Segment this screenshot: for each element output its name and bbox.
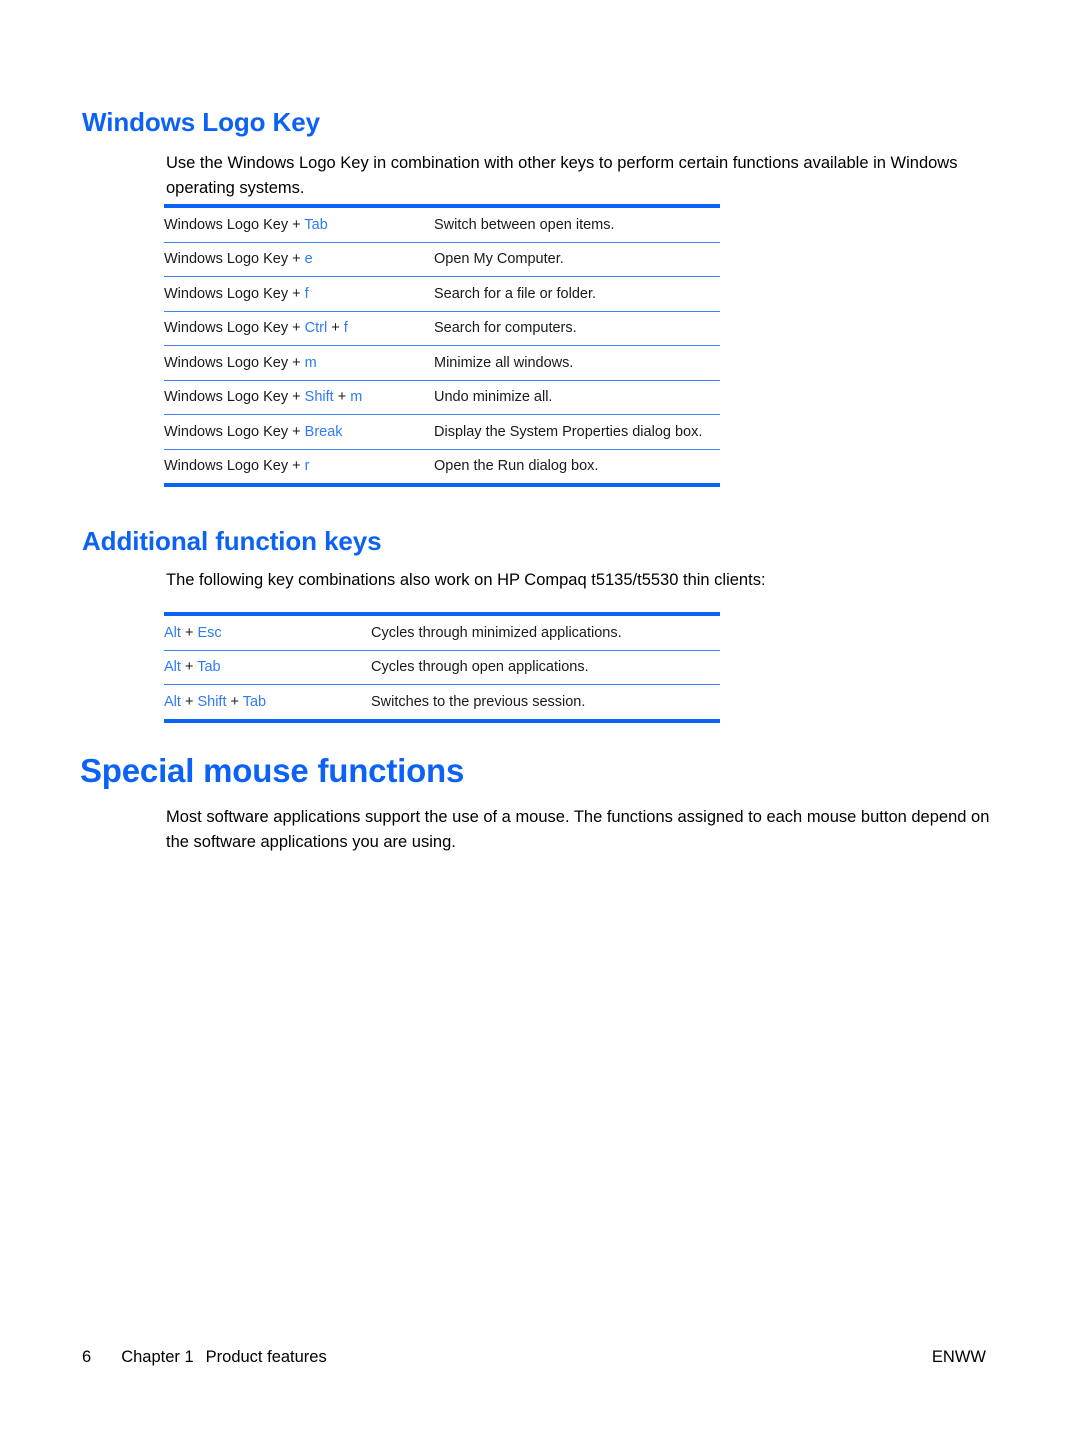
key-prefix-text: Windows Logo Key + [164, 285, 305, 302]
key-separator: + [180, 659, 198, 676]
page-footer: 6 Chapter 1 Product features ENWW [0, 1348, 1080, 1372]
table-row: Windows Logo Key + m Minimize all window… [164, 345, 720, 381]
paragraph-additional-function-keys-intro: The following key combinations also work… [166, 571, 766, 589]
heading-additional-function-keys: Additional function keys [82, 526, 382, 556]
key-separator: + [180, 624, 198, 641]
table-row: Windows Logo Key + e Open My Computer. [164, 242, 720, 277]
key-name-secondary: Esc [197, 624, 222, 641]
footer-language-code: ENWW [931, 1348, 986, 1366]
cell-description: Display the System Properties dialog box… [434, 414, 720, 450]
cell-key-combination: Windows Logo Key + r [164, 449, 434, 485]
table-row: Windows Logo Key + f Search for a file o… [164, 276, 720, 312]
table-body: Alt + Esc Cycles through minimized appli… [164, 614, 720, 721]
key-prefix-text: Windows Logo Key + [164, 458, 305, 475]
cell-key-combination: Windows Logo Key + f [164, 276, 434, 312]
cell-description: Search for a file or folder. [434, 276, 720, 312]
key-prefix-text: Windows Logo Key + [164, 320, 305, 337]
table-row: Windows Logo Key + Ctrl + f Search for c… [164, 311, 720, 346]
cell-key-combination: Windows Logo Key + Ctrl + f [164, 311, 434, 346]
key-name: m [304, 354, 317, 371]
cell-key-combination: Windows Logo Key + Shift + m [164, 380, 434, 415]
cell-description: Cycles through open applications. [371, 650, 720, 685]
cell-description: Switch between open items. [434, 206, 720, 243]
key-name: Break [304, 423, 343, 440]
cell-key-combination: Alt + Tab [164, 650, 371, 685]
key-prefix-text: Windows Logo Key + [164, 389, 305, 406]
key-name: f [304, 285, 309, 302]
key-name-secondary: Tab [197, 659, 221, 676]
key-separator: + [333, 389, 351, 406]
cell-description: Open the Run dialog box. [434, 458, 599, 475]
footer-left-group: 6 Chapter 1 Product features [82, 1348, 327, 1367]
heading-windows-logo-key: Windows Logo Key [82, 107, 320, 137]
footer-chapter-title: Product features [205, 1348, 327, 1366]
cell-key-combination: Windows Logo Key + m [164, 345, 434, 381]
document-page: Windows Logo Key Use the Windows Logo Ke… [0, 0, 1080, 1437]
cell-key-combination: Alt + Shift + Tab [164, 685, 371, 721]
cell-key-combination: Windows Logo Key + Tab [164, 206, 434, 243]
key-separator: + [180, 693, 198, 710]
key-name-secondary: Shift [197, 693, 227, 710]
key-name: Ctrl [304, 320, 328, 337]
key-separator: + [327, 320, 344, 337]
table-row: Alt + Shift + Tab Switches to the previo… [164, 685, 720, 721]
table-additional-function-keys: Alt + Esc Cycles through minimized appli… [164, 612, 720, 723]
key-name-secondary: f [343, 320, 348, 337]
table-row: Windows Logo Key + Tab Switch between op… [164, 206, 720, 243]
cell-description: Undo minimize all. [434, 380, 720, 415]
cell-description: Minimize all windows. [434, 345, 720, 381]
cell-description: Cycles through minimized applications. [371, 614, 720, 651]
cell-description: Open My Computer. [434, 242, 720, 277]
footer-chapter-label: Chapter 1 [121, 1348, 194, 1366]
paragraph-special-mouse-functions-intro: Most software applications support the u… [166, 808, 990, 851]
key-separator-secondary: + [226, 693, 243, 710]
table-body: Windows Logo Key + Tab Switch between op… [164, 206, 720, 485]
key-name: r [304, 458, 310, 475]
cell-description: Search for computers. [434, 311, 720, 346]
key-name-tertiary: Tab [242, 693, 267, 710]
cell-key-combination: Alt + Esc [164, 614, 371, 651]
cell-key-combination: Windows Logo Key + e [164, 242, 434, 277]
table-row: Alt + Esc Cycles through minimized appli… [164, 614, 720, 651]
key-name: Alt [164, 624, 181, 641]
table-row: Windows Logo Key + r Open the Run dialog… [164, 449, 720, 485]
table-windows-logo-key-shortcuts: Windows Logo Key + Tab Switch between op… [164, 204, 720, 487]
key-name: Alt [164, 659, 181, 676]
table-row: Windows Logo Key + Shift + m Undo minimi… [164, 380, 720, 415]
footer-page-number: 6 [82, 1348, 92, 1366]
key-name: Alt [164, 693, 181, 710]
table-row: Alt + Tab Cycles through open applicatio… [164, 650, 720, 685]
key-name: Shift [304, 389, 334, 406]
cell-key-combination: Windows Logo Key + Break [164, 414, 434, 450]
key-prefix-text: Windows Logo Key + [164, 251, 305, 268]
cell-description: Switches to the previous session. [371, 693, 586, 710]
key-prefix-text: Windows Logo Key + [164, 354, 305, 371]
key-name: e [304, 251, 313, 268]
key-prefix-text: Windows Logo Key + [164, 423, 305, 440]
table-row: Windows Logo Key + Break Display the Sys… [164, 414, 720, 450]
paragraph-windows-logo-key-intro: Use the Windows Logo Key in combination … [166, 154, 958, 197]
heading-special-mouse-functions: Special mouse functions [80, 752, 465, 789]
key-prefix-text: Windows Logo Key + [164, 216, 305, 233]
key-name: Tab [304, 216, 328, 233]
key-name-secondary: m [350, 389, 363, 406]
